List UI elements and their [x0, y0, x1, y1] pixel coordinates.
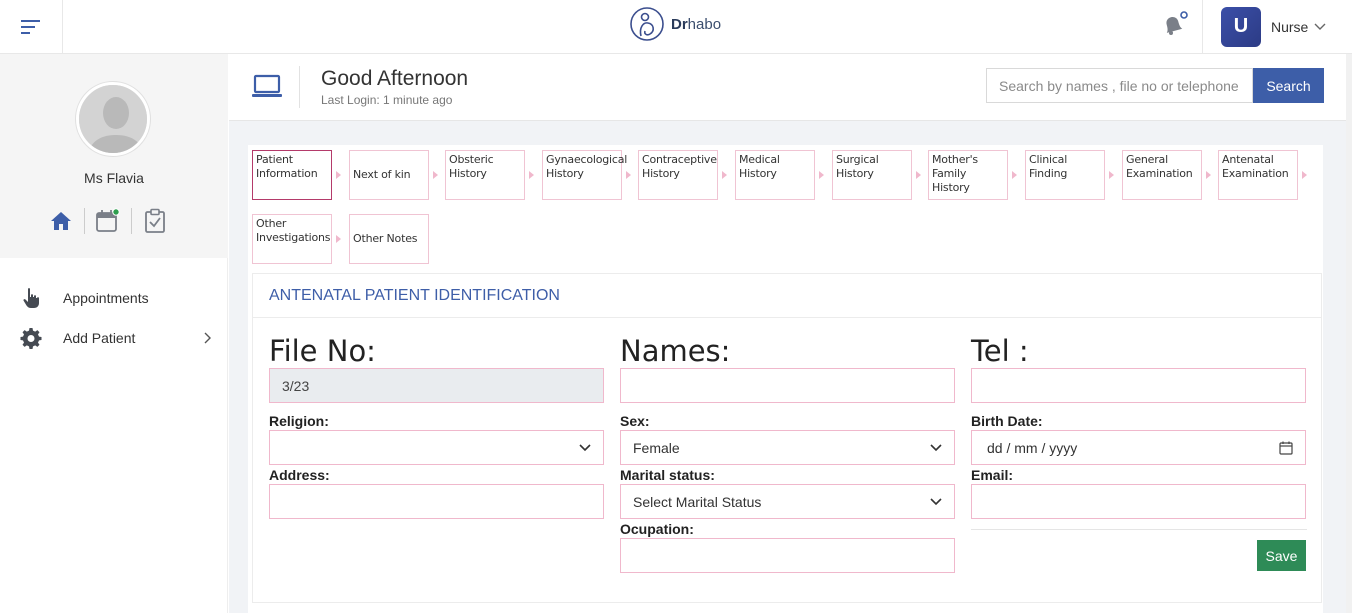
brand-logo[interactable]: Drhabo — [629, 5, 721, 43]
user-menu[interactable]: U Nurse — [1202, 0, 1352, 53]
patient-search-input[interactable] — [986, 68, 1253, 103]
birth-date-label: Birth Date: — [971, 413, 1043, 429]
tasks-button[interactable] — [132, 206, 178, 236]
last-login-text: Last Login: 1 minute ago — [321, 93, 453, 107]
tab-obsteric-history[interactable]: Obsteric History — [445, 150, 525, 200]
email-label: Email: — [971, 467, 1014, 483]
chevron-down-icon — [1314, 23, 1326, 30]
home-button[interactable] — [38, 206, 84, 236]
home-icon — [51, 212, 71, 230]
occupation-field[interactable] — [620, 538, 955, 573]
sex-value: Female — [633, 439, 680, 456]
arrow-icon — [722, 171, 727, 179]
tab-other-investigations[interactable]: Other Investigations — [252, 214, 332, 264]
sidebar-item-appointments[interactable]: Appointments — [0, 278, 228, 318]
tab-medical-history[interactable]: Medical History — [735, 150, 815, 200]
profile-avatar — [76, 82, 150, 156]
arrow-icon — [336, 171, 341, 179]
tab-next-of-kin[interactable]: Next of kin — [349, 150, 429, 200]
arrow-icon — [529, 171, 534, 179]
panel-title: ANTENATAL PATIENT IDENTIFICATION — [253, 274, 1321, 318]
divider — [971, 529, 1307, 530]
clipboard-check-icon — [145, 208, 165, 233]
arrow-icon — [1109, 171, 1114, 179]
tab-patient-information[interactable]: Patient Information — [252, 150, 332, 200]
religion-label: Religion: — [269, 413, 329, 429]
names-label: Names: — [620, 334, 731, 368]
tab-general-examination[interactable]: General Examination — [1122, 150, 1202, 200]
person-silhouette-icon — [79, 85, 147, 153]
sex-select[interactable]: Female — [620, 430, 955, 465]
tab-surgical-history[interactable]: Surgical History — [832, 150, 912, 200]
file-no-field[interactable]: 3/23 — [269, 368, 604, 403]
laptop-icon — [252, 74, 282, 97]
sidebar-item-add-patient[interactable]: Add Patient — [0, 318, 228, 358]
gear-icon — [20, 327, 42, 349]
arrow-icon — [626, 171, 631, 179]
profile-name: Ms Flavia — [84, 170, 144, 186]
birth-date-placeholder: dd / mm / yyyy — [987, 439, 1078, 456]
search-button[interactable]: Search — [1253, 68, 1324, 103]
profile-quick-links — [38, 206, 178, 236]
brand-name: Drhabo — [671, 15, 722, 33]
calendar-button[interactable] — [85, 206, 131, 236]
chevron-down-icon — [930, 443, 942, 451]
patient-identification-panel: ANTENATAL PATIENT IDENTIFICATION File No… — [252, 273, 1322, 603]
arrow-icon — [336, 235, 341, 243]
arrow-icon — [1206, 171, 1211, 179]
greeting-bar: Good Afternoon Last Login: 1 minute ago … — [229, 54, 1352, 121]
marital-status-label: Marital status: — [620, 467, 715, 483]
sidebar-item-label: Add Patient — [63, 330, 136, 346]
tel-field[interactable] — [971, 368, 1306, 403]
arrow-icon — [1302, 171, 1307, 179]
menu-toggle-button[interactable] — [0, 0, 63, 53]
arrow-icon — [1012, 171, 1017, 179]
religion-select[interactable] — [269, 430, 604, 465]
chevron-down-icon — [930, 497, 942, 505]
arrow-icon — [433, 171, 438, 179]
marital-status-value: Select Marital Status — [633, 493, 762, 510]
tab-gynaecological-history[interactable]: Gynaecological History — [542, 150, 627, 200]
tab-clinical-finding[interactable]: Clinical Finding — [1025, 150, 1105, 200]
divider — [299, 66, 300, 108]
tab-contraceptive-history[interactable]: Contraceptive History — [638, 150, 718, 200]
sex-label: Sex: — [620, 413, 650, 429]
arrow-icon — [916, 171, 921, 179]
profile-card: Ms Flavia — [0, 54, 228, 258]
calendar-icon — [1279, 441, 1293, 455]
top-bar: Drhabo U Nurse — [0, 0, 1352, 54]
calendar-icon — [96, 208, 120, 232]
logo-icon — [630, 7, 664, 41]
sidebar: Ms Flavia Appointments Add Patient — [0, 54, 228, 613]
save-button[interactable]: Save — [1257, 540, 1306, 571]
tab-antenatal-examination[interactable]: Antenatal Examination — [1218, 150, 1298, 200]
bell-icon — [1166, 11, 1188, 35]
file-no-label: File No: — [269, 334, 376, 368]
chevron-down-icon — [579, 443, 591, 451]
names-field[interactable] — [620, 368, 955, 403]
tab-other-notes[interactable]: Other Notes — [349, 214, 429, 264]
chevron-right-icon — [204, 332, 211, 344]
user-avatar: U — [1221, 6, 1261, 47]
hand-pointer-icon — [20, 287, 42, 309]
user-role-label: Nurse — [1271, 18, 1309, 35]
sidebar-nav: Appointments Add Patient — [0, 278, 228, 358]
tel-label: Tel : — [971, 334, 1029, 368]
birth-date-field[interactable]: dd / mm / yyyy — [971, 430, 1306, 465]
page-scrollbar[interactable] — [1346, 54, 1352, 613]
sidebar-item-label: Appointments — [63, 290, 149, 306]
notifications-button[interactable] — [1160, 9, 1192, 41]
marital-status-select[interactable]: Select Marital Status — [620, 484, 955, 519]
content-card: Patient Information Next of kin Obsteric… — [248, 145, 1323, 613]
greeting-title: Good Afternoon — [321, 67, 469, 90]
arrow-icon — [819, 171, 824, 179]
email-field[interactable] — [971, 484, 1306, 519]
occupation-label: Ocupation: — [620, 521, 694, 537]
address-label: Address: — [269, 467, 330, 483]
menu-icon — [21, 19, 40, 34]
tab-mothers-family-history[interactable]: Mother's Family History — [928, 150, 1008, 200]
address-field[interactable] — [269, 484, 604, 519]
main-area: Good Afternoon Last Login: 1 minute ago … — [229, 54, 1352, 613]
